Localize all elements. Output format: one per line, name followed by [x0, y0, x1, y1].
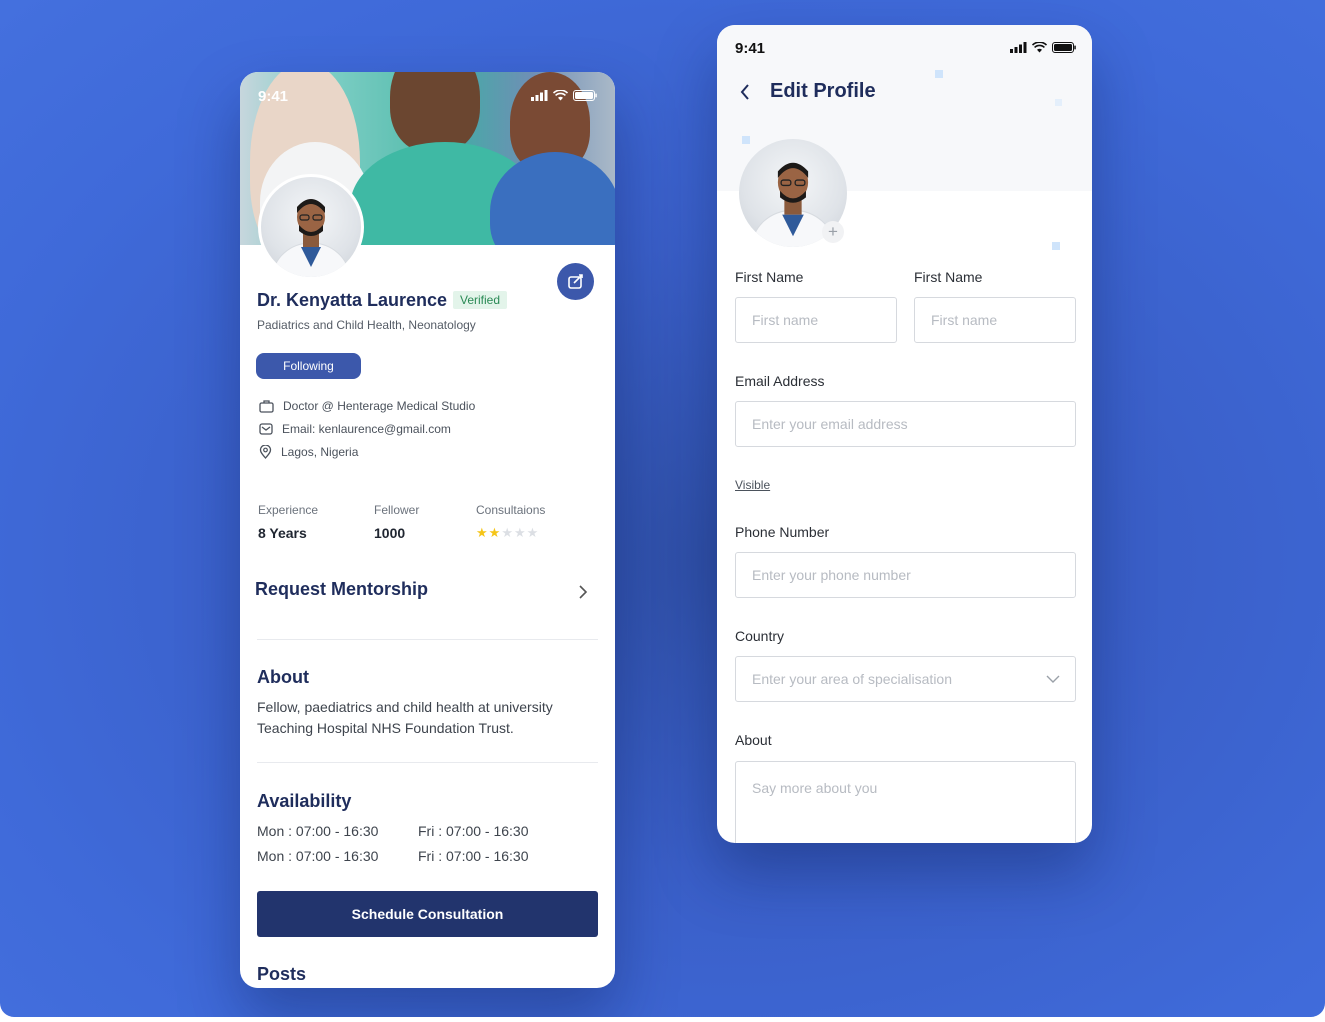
- second-name-input[interactable]: [914, 297, 1076, 343]
- edit-profile-screen: 9:41 Edit Profile + First Name First nam…: [717, 25, 1092, 843]
- decorative-square: [742, 136, 750, 144]
- decorative-square: [1052, 242, 1060, 250]
- availability-slot: Mon : 07:00 - 16:30: [257, 823, 379, 839]
- decorative-square: [1055, 99, 1062, 106]
- star-empty-icon: ★: [513, 525, 526, 540]
- battery-icon: [1052, 42, 1076, 53]
- second-name-label: First Name: [914, 269, 983, 285]
- info-email-text[interactable]: Email: kenlaurence@gmail.com: [282, 422, 451, 436]
- decorative-square: [935, 70, 943, 78]
- about-text-line-1: Fellow, paediatrics and child health at …: [257, 699, 553, 715]
- divider: [257, 762, 598, 763]
- star-filled-icon: ★: [476, 525, 488, 540]
- info-location: Lagos, Nigeria: [259, 445, 358, 459]
- request-mentorship-link[interactable]: Request Mentorship: [255, 579, 428, 600]
- plus-icon: +: [828, 222, 838, 241]
- country-label: Country: [735, 628, 785, 644]
- back-button[interactable]: [735, 81, 755, 103]
- location-pin-icon: [259, 445, 272, 459]
- fellower-label: Fellower: [374, 503, 420, 517]
- page-title: Edit Profile: [770, 80, 876, 102]
- availability-title: Availability: [257, 791, 352, 811]
- country-select[interactable]: [735, 656, 1076, 702]
- info-workplace: Doctor @ Henterage Medical Studio: [259, 399, 475, 413]
- fellower-value: 1000: [374, 525, 406, 541]
- availability-slot: Fri : 07:00 - 16:30: [418, 848, 529, 864]
- about-label: About: [735, 732, 772, 748]
- mail-icon: [259, 423, 273, 435]
- signal-icon: [531, 90, 548, 101]
- cover-person-2-face: [390, 72, 480, 152]
- about-text-line-2: Teaching Hospital NHS Foundation Trust.: [257, 720, 514, 736]
- doctor-portrait-illustration: [272, 199, 350, 277]
- status-icons: [531, 90, 597, 101]
- wifi-icon: [553, 90, 568, 101]
- chevron-down-icon[interactable]: [1046, 675, 1060, 683]
- following-button[interactable]: Following: [256, 353, 361, 379]
- schedule-consultation-button[interactable]: Schedule Consultation: [257, 891, 598, 937]
- info-email: Email: kenlaurence@gmail.com: [259, 422, 451, 436]
- chevron-left-icon: [740, 84, 749, 100]
- status-time: 9:41: [258, 88, 289, 105]
- first-name-input[interactable]: [735, 297, 897, 343]
- phone-input[interactable]: [735, 552, 1076, 598]
- doctor-name: Dr. Kenyatta Laurence: [257, 290, 448, 310]
- phone-label: Phone Number: [735, 524, 830, 540]
- info-location-text: Lagos, Nigeria: [281, 445, 359, 459]
- star-filled-icon: ★: [488, 525, 501, 540]
- doctor-specialty: Padiatrics and Child Health, Neonatology: [257, 318, 476, 332]
- email-label: Email Address: [735, 373, 825, 389]
- chevron-right-icon[interactable]: [578, 584, 588, 600]
- status-bar: 9:41: [258, 88, 597, 106]
- battery-icon: [573, 90, 597, 101]
- about-title: About: [257, 667, 309, 687]
- briefcase-icon: [259, 400, 274, 413]
- doctor-profile-screen: 9:41 Dr. Kenyatta Laurence Verified Padi…: [240, 72, 615, 988]
- consultation-rating-stars: ★ ★ ★ ★ ★: [476, 525, 538, 541]
- consultations-label: Consultaions: [476, 503, 546, 517]
- experience-label: Experience: [258, 503, 319, 517]
- info-workplace-text: Doctor @ Henterage Medical Studio: [283, 399, 476, 413]
- availability-slot: Mon : 07:00 - 16:30: [257, 848, 379, 864]
- wifi-icon: [1032, 42, 1047, 53]
- about-textarea[interactable]: [735, 761, 1076, 843]
- star-empty-icon: ★: [501, 525, 513, 540]
- experience-value: 8 Years: [258, 525, 307, 541]
- edit-icon: [567, 273, 583, 289]
- status-time: 9:41: [735, 40, 766, 57]
- first-name-label: First Name: [735, 269, 804, 285]
- visible-toggle-link[interactable]: Visible: [735, 478, 770, 492]
- status-icons: [1010, 42, 1076, 53]
- email-input[interactable]: [735, 401, 1076, 447]
- verified-badge: Verified: [453, 291, 508, 309]
- doctor-avatar: [258, 174, 364, 280]
- availability-slot: Fri : 07:00 - 16:30: [418, 823, 529, 839]
- posts-title: Posts: [257, 964, 307, 984]
- add-photo-button[interactable]: +: [822, 221, 844, 243]
- edit-profile-button[interactable]: [557, 263, 594, 300]
- divider: [257, 639, 598, 640]
- star-empty-icon: ★: [526, 525, 539, 540]
- background-canvas: 9:41 Dr. Kenyatta Laurence Verified Padi…: [0, 0, 1325, 1017]
- signal-icon: [1010, 42, 1027, 53]
